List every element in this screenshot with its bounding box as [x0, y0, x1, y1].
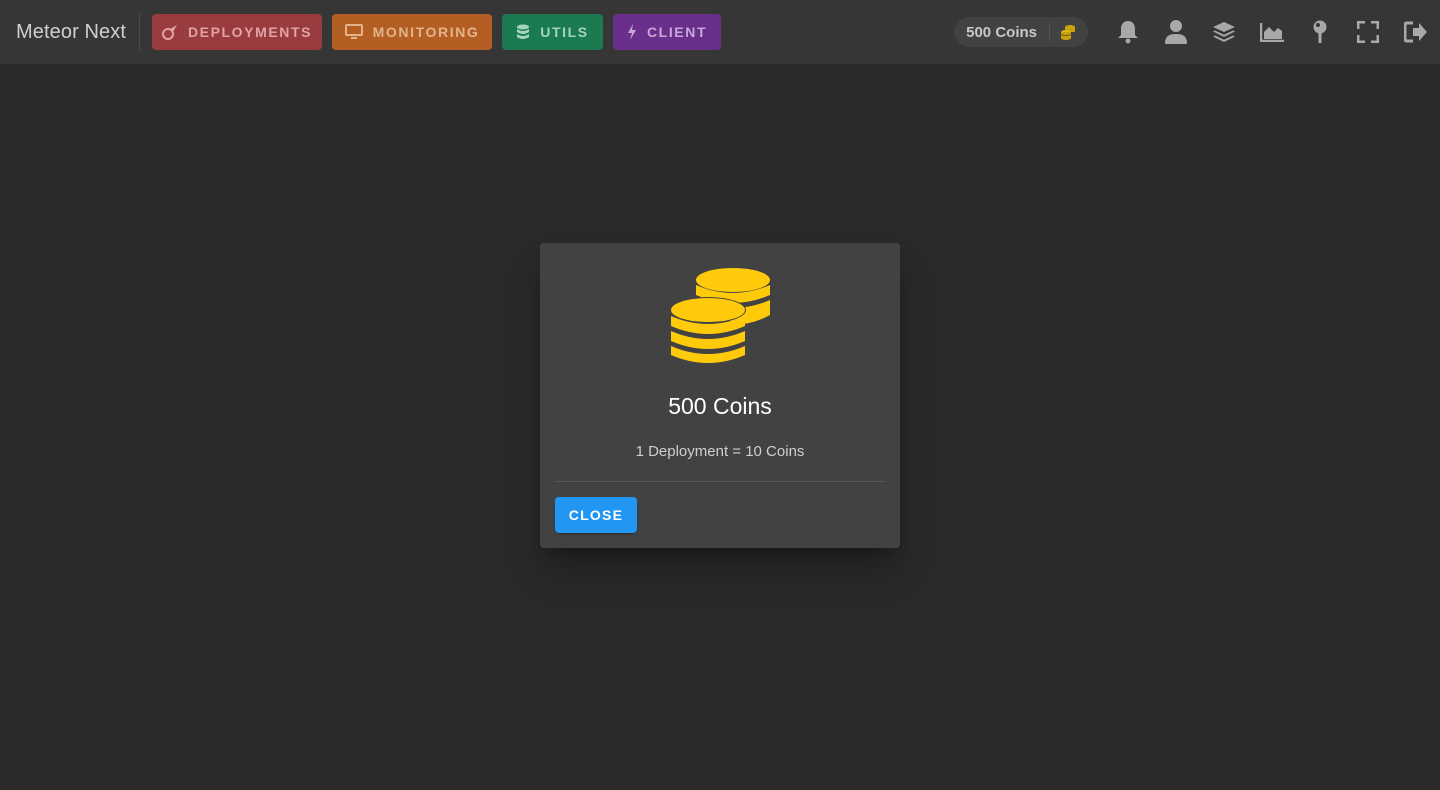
user-icon: [1165, 20, 1187, 44]
logout-button[interactable]: [1392, 8, 1440, 56]
coins-icon: [1060, 25, 1075, 40]
client-button[interactable]: CLIENT: [613, 14, 722, 50]
coins-dialog: 500 Coins 1 Deployment = 10 Coins CLOSE: [540, 243, 900, 548]
utils-button[interactable]: UTILS: [502, 14, 604, 50]
database-icon: [517, 24, 530, 39]
pin-icon: [1313, 20, 1327, 43]
pin-button[interactable]: [1296, 8, 1344, 56]
layers-button[interactable]: [1200, 8, 1248, 56]
fullscreen-button[interactable]: [1344, 8, 1392, 56]
monitoring-button[interactable]: MONITORING: [332, 14, 493, 50]
profile-button[interactable]: [1152, 8, 1200, 56]
coins-icon: [670, 268, 770, 363]
close-button[interactable]: CLOSE: [555, 497, 637, 533]
app-title[interactable]: Meteor Next: [0, 21, 139, 44]
notifications-button[interactable]: [1104, 8, 1152, 56]
dialog-subtitle: 1 Deployment = 10 Coins: [635, 443, 805, 460]
monitoring-label: MONITORING: [372, 24, 480, 40]
layers-icon: [1213, 22, 1235, 42]
app-toolbar: Meteor Next DEPLOYMENTS MONITORING UTILS…: [0, 0, 1440, 64]
coins-chip-label: 500 Coins: [966, 23, 1037, 41]
fullscreen-icon: [1357, 21, 1379, 43]
meteor-icon: [161, 25, 177, 40]
bell-icon: [1118, 21, 1138, 44]
coins-chip[interactable]: 500 Coins: [954, 17, 1088, 47]
deployments-button[interactable]: DEPLOYMENTS: [152, 14, 323, 50]
logout-icon: [1404, 21, 1427, 43]
desktop-icon: [344, 24, 363, 39]
dialog-title: 500 Coins: [668, 393, 772, 419]
toolbar-divider: [139, 12, 141, 52]
client-label: CLIENT: [646, 24, 708, 40]
bolt-icon: [627, 24, 636, 40]
analytics-button[interactable]: [1248, 8, 1296, 56]
dialog-divider: [555, 481, 885, 482]
utils-label: UTILS: [540, 24, 589, 40]
chart-area-icon: [1260, 23, 1284, 42]
deployments-label: DEPLOYMENTS: [187, 24, 313, 40]
